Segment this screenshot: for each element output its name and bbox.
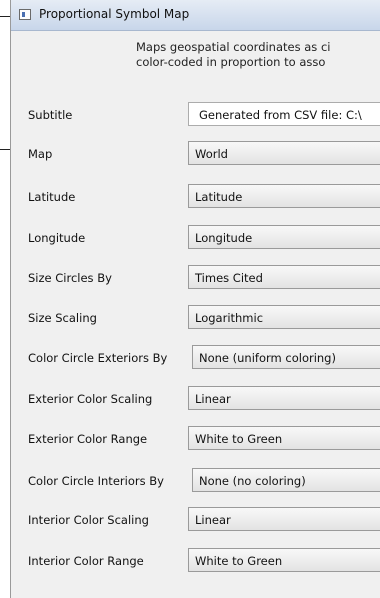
size-circles-by-select[interactable]: Times Cited	[188, 265, 380, 289]
size-scaling-select[interactable]: Logarithmic	[188, 305, 380, 329]
row-latitude: Latitude Latitude	[11, 184, 380, 210]
tool-description: Maps geospatial coordinates as ci color-…	[11, 40, 380, 70]
row-size-circles-by: Size Circles By Times Cited	[11, 265, 380, 291]
description-line-1: Maps geospatial coordinates as ci	[136, 40, 331, 54]
row-map: Map World	[11, 141, 380, 167]
row-exterior-color-range: Exterior Color Range White to Green	[11, 426, 380, 452]
map-select[interactable]: World	[188, 141, 380, 165]
interior-color-scaling-select[interactable]: Linear	[188, 507, 380, 531]
description-line-2: color-coded in proportion to asso	[136, 55, 326, 69]
interior-color-scaling-label: Interior Color Scaling	[28, 513, 149, 527]
color-circle-interiors-by-select[interactable]: None (no coloring)	[192, 468, 380, 492]
latitude-select[interactable]: Latitude	[188, 184, 380, 208]
row-color-circle-exteriors-by: Color Circle Exteriors By None (uniform …	[11, 345, 380, 371]
map-label: Map	[28, 147, 53, 161]
row-interior-color-scaling: Interior Color Scaling Linear	[11, 507, 380, 533]
row-interior-color-range: Interior Color Range White to Green	[11, 548, 380, 574]
subtitle-input[interactable]: Generated from CSV file: C:\	[188, 102, 380, 126]
row-longitude: Longitude Longitude	[11, 225, 380, 251]
window-title: Proportional Symbol Map	[39, 7, 190, 21]
dialog-window: Proportional Symbol Map Maps geospatial …	[10, 0, 380, 598]
title-bar[interactable]: Proportional Symbol Map	[11, 0, 380, 31]
color-circle-exteriors-by-select[interactable]: None (uniform coloring)	[192, 345, 380, 369]
row-color-circle-interiors-by: Color Circle Interiors By None (no color…	[11, 468, 380, 494]
color-circle-interiors-by-label: Color Circle Interiors By	[28, 474, 164, 488]
latitude-label: Latitude	[28, 190, 76, 204]
color-circle-exteriors-by-label: Color Circle Exteriors By	[28, 351, 168, 365]
interior-color-range-label: Interior Color Range	[28, 554, 144, 568]
exterior-color-range-select[interactable]: White to Green	[188, 426, 380, 450]
exterior-color-scaling-label: Exterior Color Scaling	[28, 392, 153, 406]
connector-line-middle	[0, 149, 10, 150]
longitude-label: Longitude	[28, 231, 86, 245]
app-window-icon	[19, 9, 31, 20]
exterior-color-scaling-select[interactable]: Linear	[188, 386, 380, 410]
row-subtitle: Subtitle Generated from CSV file: C:\	[11, 102, 380, 128]
interior-color-range-select[interactable]: White to Green	[188, 548, 380, 572]
longitude-select[interactable]: Longitude	[188, 225, 380, 249]
exterior-color-range-label: Exterior Color Range	[28, 432, 148, 446]
row-exterior-color-scaling: Exterior Color Scaling Linear	[11, 386, 380, 412]
connector-line-top	[0, 16, 10, 17]
size-scaling-label: Size Scaling	[28, 311, 97, 325]
subtitle-label: Subtitle	[28, 108, 73, 122]
row-size-scaling: Size Scaling Logarithmic	[11, 305, 380, 331]
size-circles-by-label: Size Circles By	[28, 271, 112, 285]
